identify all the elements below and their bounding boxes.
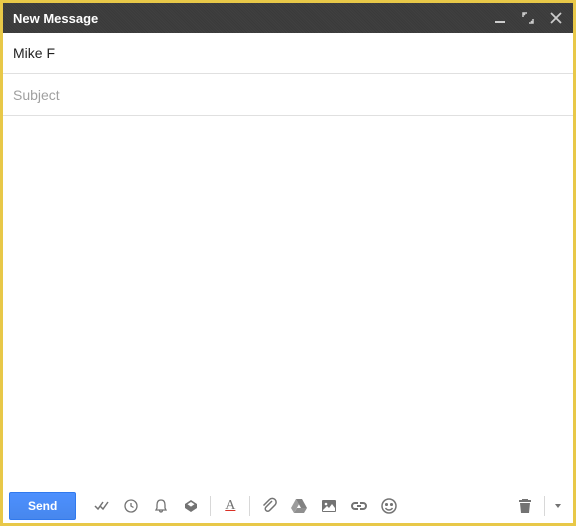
templates-icon[interactable] [176,492,206,520]
attach-icon[interactable] [254,492,284,520]
toolbar-divider [249,496,250,516]
recipients-row[interactable]: Mike F [3,33,573,74]
formatting-icon[interactable]: A [215,492,245,520]
expand-icon[interactable] [521,11,535,25]
message-body[interactable] [3,116,573,489]
subject-row[interactable] [3,74,573,116]
drive-icon[interactable] [284,492,314,520]
header-controls [493,11,563,25]
header-title: New Message [13,11,493,26]
toolbar-divider [544,496,545,516]
bell-icon[interactable] [146,492,176,520]
photo-icon[interactable] [314,492,344,520]
compose-footer: Send A [3,489,573,523]
compose-header: New Message [3,3,573,33]
emoji-icon[interactable] [374,492,404,520]
recipient-chip[interactable]: Mike F [13,45,55,61]
tool-group-left [86,492,206,520]
more-options-icon[interactable] [549,492,567,520]
toolbar-divider [210,496,211,516]
tool-group-insert [254,492,404,520]
close-icon[interactable] [549,11,563,25]
subject-input[interactable] [13,87,563,103]
send-button[interactable]: Send [9,492,76,520]
spellcheck-icon[interactable] [86,492,116,520]
link-icon[interactable] [344,492,374,520]
clock-icon[interactable] [116,492,146,520]
minimize-icon[interactable] [493,11,507,25]
trash-icon[interactable] [510,492,540,520]
